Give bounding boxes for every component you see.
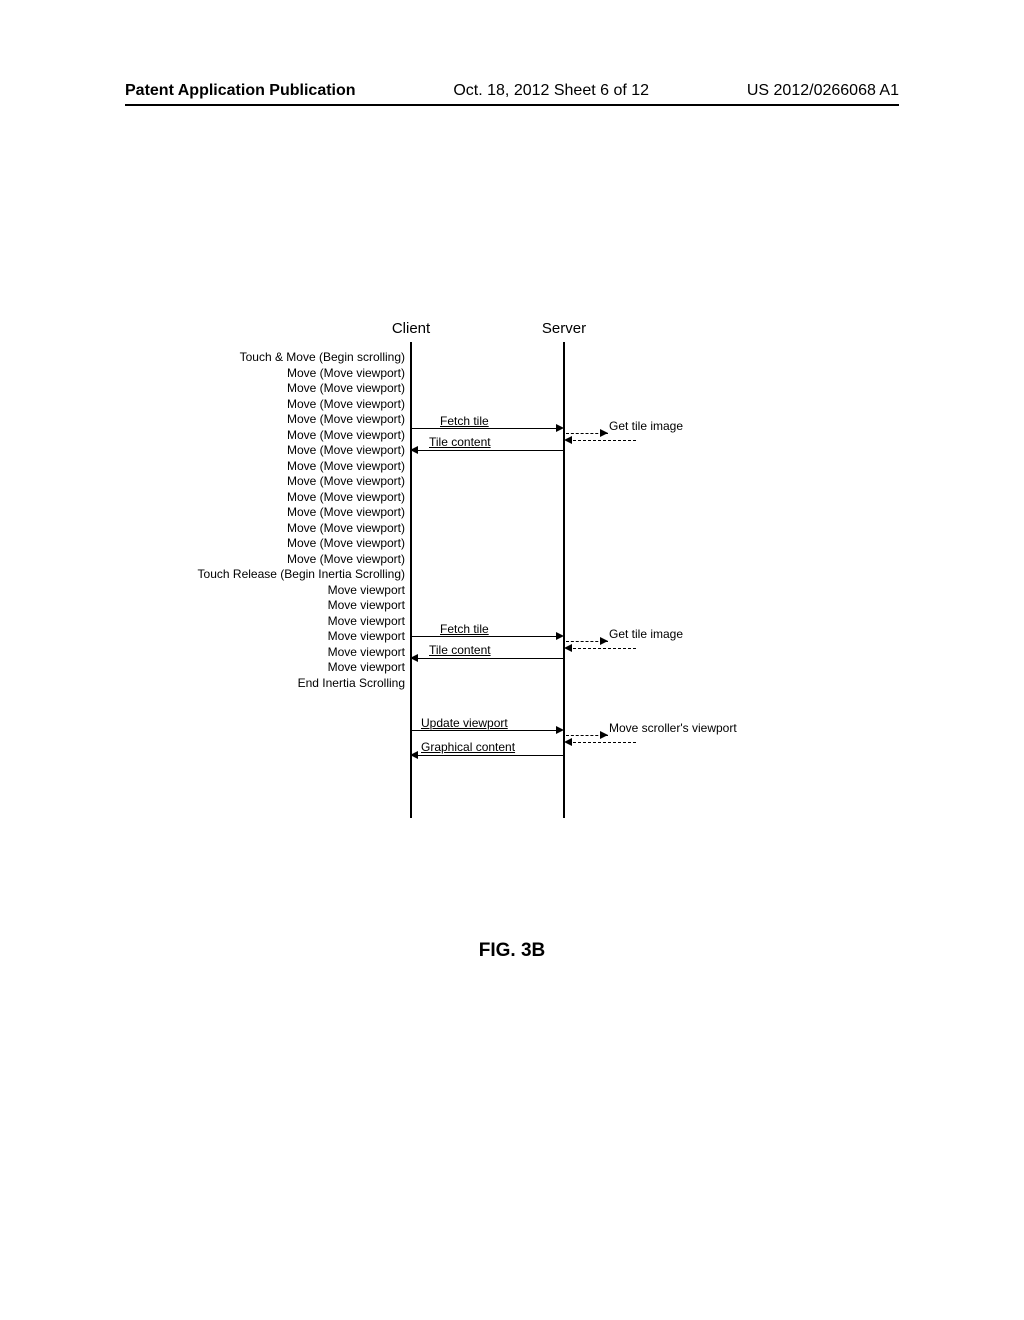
arrowhead-icon <box>556 726 564 734</box>
client-event: Move (Move viewport) <box>175 366 405 382</box>
client-event: Move (Move viewport) <box>175 474 405 490</box>
arrow-fetch-1 <box>412 428 562 429</box>
server-header: Server <box>542 320 586 337</box>
arrow-update <box>412 730 562 731</box>
client-event: Touch Release (Begin Inertia Scrolling) <box>175 567 405 583</box>
header-left: Patent Application Publication <box>125 82 356 100</box>
arrowhead-icon <box>564 738 572 746</box>
msg-tile-content-1: Tile content <box>429 435 491 449</box>
header-rule <box>125 104 899 106</box>
arrowhead-icon <box>410 654 418 662</box>
client-event: Move (Move viewport) <box>175 552 405 568</box>
client-event: Move (Move viewport) <box>175 459 405 475</box>
arrowhead-icon <box>600 637 608 645</box>
msg-fetch-tile-2: Fetch tile <box>440 622 489 636</box>
msg-tile-content-2: Tile content <box>429 643 491 657</box>
client-events-list: Touch & Move (Begin scrolling) Move (Mov… <box>175 350 405 691</box>
arrowhead-icon <box>600 731 608 739</box>
client-event: Move (Move viewport) <box>175 443 405 459</box>
client-event: Move (Move viewport) <box>175 521 405 537</box>
msg-fetch-tile-1: Fetch tile <box>440 414 489 428</box>
arrowhead-icon <box>564 644 572 652</box>
client-event: Move (Move viewport) <box>175 490 405 506</box>
arrowhead-icon <box>600 429 608 437</box>
arrow-fetch-2 <box>412 636 562 637</box>
client-event: Move viewport <box>175 645 405 661</box>
client-header: Client <box>392 320 430 337</box>
page-header: Patent Application Publication Oct. 18, … <box>0 82 1024 100</box>
arrow-get-2b <box>568 648 636 649</box>
client-event: Move viewport <box>175 660 405 676</box>
client-event: Touch & Move (Begin scrolling) <box>175 350 405 366</box>
server-lifeline <box>563 342 565 818</box>
client-event: Move viewport <box>175 614 405 630</box>
arrowhead-icon <box>410 446 418 454</box>
arrowhead-icon <box>410 751 418 759</box>
client-event: Move viewport <box>175 598 405 614</box>
msg-update-viewport: Update viewport <box>421 716 508 730</box>
msg-move-scroller: Move scroller's viewport <box>609 721 737 735</box>
client-event: End Inertia Scrolling <box>175 676 405 692</box>
header-center: Oct. 18, 2012 Sheet 6 of 12 <box>453 82 649 100</box>
client-event: Move viewport <box>175 583 405 599</box>
client-event: Move (Move viewport) <box>175 397 405 413</box>
client-event: Move (Move viewport) <box>175 428 405 444</box>
arrowhead-icon <box>556 424 564 432</box>
arrow-content-1 <box>414 450 564 451</box>
client-event: Move viewport <box>175 629 405 645</box>
arrow-get-1b <box>568 440 636 441</box>
arrowhead-icon <box>564 436 572 444</box>
arrow-content-2 <box>414 658 564 659</box>
arrowhead-icon <box>556 632 564 640</box>
header-right: US 2012/0266068 A1 <box>747 82 899 100</box>
client-event: Move (Move viewport) <box>175 505 405 521</box>
client-event: Move (Move viewport) <box>175 412 405 428</box>
msg-get-tile-1: Get tile image <box>609 419 683 433</box>
arrow-graphical <box>414 755 564 756</box>
figure-caption: FIG. 3B <box>479 940 546 962</box>
client-event: Move (Move viewport) <box>175 536 405 552</box>
msg-graphical-content: Graphical content <box>421 740 515 754</box>
client-event: Move (Move viewport) <box>175 381 405 397</box>
arrow-scroller-b <box>568 742 636 743</box>
msg-get-tile-2: Get tile image <box>609 627 683 641</box>
client-lifeline <box>410 342 412 818</box>
